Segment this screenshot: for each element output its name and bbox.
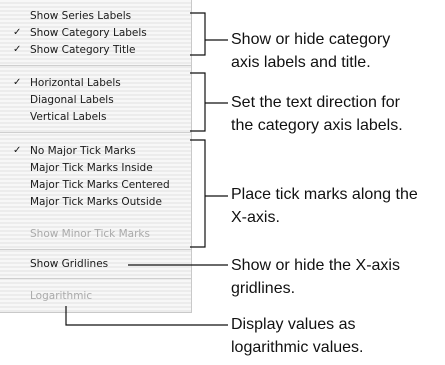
callout-line: Show or hide the X-axis <box>231 257 400 274</box>
bracket-text-direction <box>190 72 206 132</box>
callout-gridlines: Show or hide the X-axis gridlines. <box>231 254 445 300</box>
callout-tick-marks: Place tick marks along the X-axis. <box>231 183 445 229</box>
callout-line: the category axis labels. <box>231 117 403 134</box>
callout-logarithmic: Display values as logarithmic values. <box>231 313 445 359</box>
callout-text-direction: Set the text direction for the category … <box>231 91 445 137</box>
bracket-tick-marks <box>190 139 206 248</box>
bracket-category-labels <box>190 12 206 56</box>
callout-line: logarithmic values. <box>231 339 364 356</box>
callout-line: Place tick marks along the <box>231 186 418 203</box>
callout-line: gridlines. <box>231 280 296 297</box>
callout-category-labels: Show or hide category axis labels and ti… <box>231 28 445 74</box>
callout-line: axis labels and title. <box>231 54 371 71</box>
callout-line: Display values as <box>231 316 356 333</box>
leader-logarithmic <box>65 306 228 326</box>
callout-line: Set the text direction for <box>231 94 400 111</box>
callout-line: Show or hide category <box>231 31 391 48</box>
callout-line: X-axis. <box>231 209 280 226</box>
